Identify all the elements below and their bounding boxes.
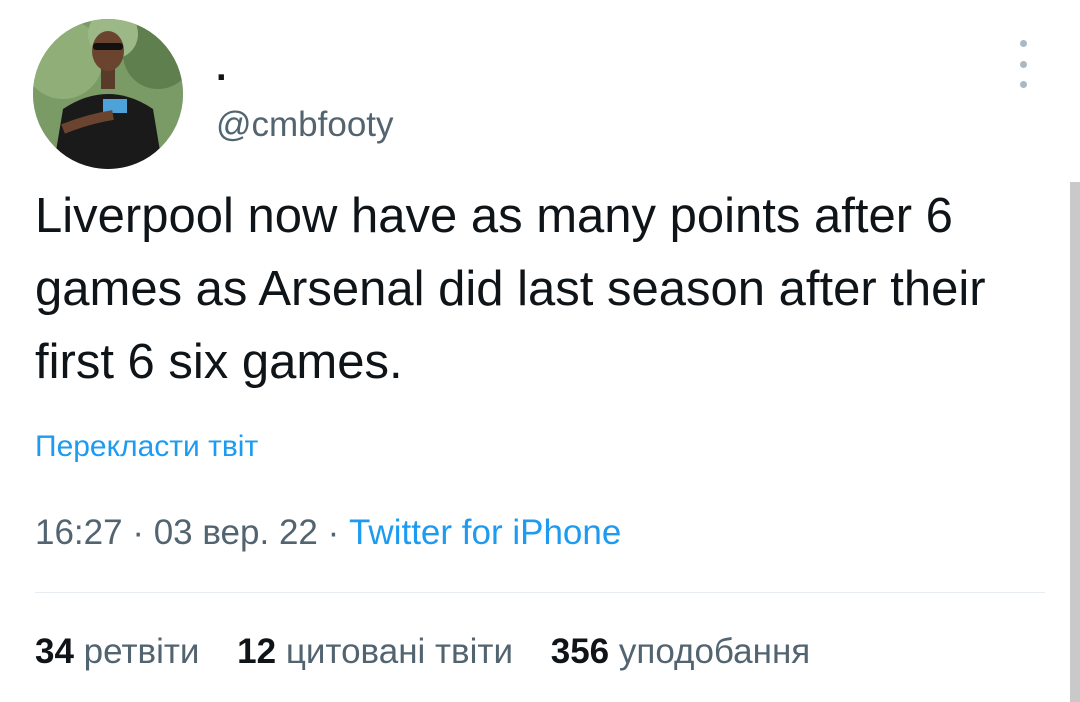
tweet-time[interactable]: 16:27 — [35, 513, 123, 552]
tweet-stats: 34 ретвіти 12 цитовані твіти 356 уподоба… — [35, 630, 838, 674]
translate-tweet-link[interactable]: Перекласти твіт — [35, 430, 258, 464]
likes-label: уподобання — [618, 632, 811, 671]
author-display-name[interactable]: . — [216, 46, 227, 90]
scrollbar[interactable] — [1070, 182, 1080, 702]
meta-separator: · — [317, 513, 349, 552]
more-dot — [1019, 40, 1027, 47]
retweets-count: 34 — [35, 632, 74, 671]
quotes-count: 12 — [237, 632, 277, 671]
more-options-icon[interactable] — [1008, 40, 1038, 88]
retweets-label: ретвіти — [83, 632, 200, 671]
tweet-date[interactable]: 03 вер. 22 — [154, 513, 318, 552]
author-handle[interactable]: @cmbfooty — [216, 104, 394, 146]
likes-stat[interactable]: 356 уподобання — [551, 632, 811, 671]
meta-separator: · — [122, 513, 154, 552]
quotes-label: цитовані твіти — [285, 632, 514, 671]
likes-count: 356 — [550, 632, 610, 671]
more-dot — [1019, 81, 1027, 88]
tweet-meta: 16:27 · 03 вер. 22 · Twitter for iPhone — [35, 511, 621, 555]
divider — [35, 592, 1045, 593]
avatar[interactable] — [33, 19, 183, 169]
quotes-stat[interactable]: 12 цитовані твіти — [237, 632, 513, 671]
tweet-source-link[interactable]: Twitter for iPhone — [349, 513, 621, 552]
retweets-stat[interactable]: 34 ретвіти — [35, 632, 199, 671]
tweet-text: Liverpool now have as many points after … — [35, 189, 986, 389]
tweet: . @cmbfooty Liverpool now have as many p… — [0, 0, 1080, 702]
more-dot — [1019, 60, 1027, 68]
